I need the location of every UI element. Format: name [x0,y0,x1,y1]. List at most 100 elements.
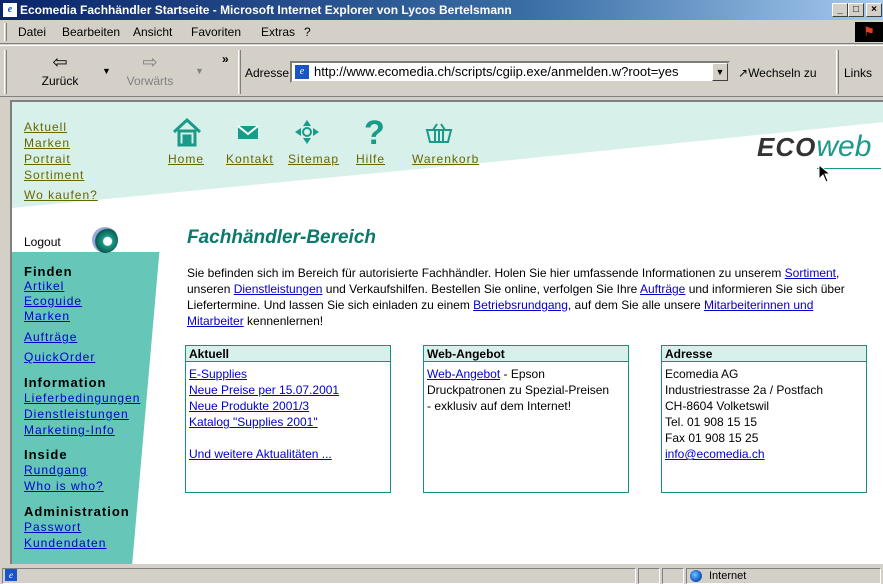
basket-icon[interactable] [425,123,453,143]
web-angebot-link[interactable]: Web-Angebot [427,367,500,381]
adresse-box: Adresse Ecomedia AG Industriestrasse 2a … [661,345,867,493]
nav-home[interactable]: Home [168,152,204,166]
intro-paragraph: Sie befinden sich im Bereich für autoris… [187,265,867,329]
aktuell-link-more[interactable]: Und weitere Aktualitäten ... [186,446,390,462]
maximize-button[interactable]: □ [848,3,864,17]
ie-app-icon[interactable]: e [3,3,17,17]
adresse-fax: Fax 01 908 15 25 [665,431,759,445]
adresse-email-link[interactable]: info@ecomedia.ch [662,446,866,462]
aktuell-link-katalog[interactable]: Katalog "Supplies 2001" [186,414,390,430]
web-angebot-text-2: Druckpatronen zu Spezial-Preisen [427,383,610,397]
nav-kontakt[interactable]: Kontakt [226,152,274,166]
sidebar-administration-title: Administration [24,504,130,519]
logo-web: web [816,130,872,163]
aktuell-link-neue-produkte[interactable]: Neue Produkte 2001/3 [186,398,390,414]
aktuell-link-e-supplies[interactable]: E-Supplies [186,366,390,382]
sidebar-lieferbedingungen[interactable]: Lieferbedingungen [24,391,140,405]
adresse-phone: Tel. 01 908 15 15 [665,415,758,429]
forward-arrow-icon: ⇨ [142,52,158,72]
go-arrow-icon: ↗ [738,66,749,80]
adresse-company: Ecomedia AG [665,367,739,381]
ecoweb-logo[interactable]: ECOweb [757,130,881,169]
nav-wo-kaufen[interactable]: Wo kaufen? [24,188,98,202]
toolbar-chevron[interactable]: » [222,52,229,66]
nav-sitemap[interactable]: Sitemap [288,152,339,166]
sidebar-quickorder[interactable]: QuickOrder [24,350,95,364]
sidebar-dienstleistungen[interactable]: Dienstleistungen [24,407,129,421]
go-button[interactable]: ↗Wechseln zu [738,66,817,80]
adresse-street: Industriestrasse 2a / Postfach [665,383,824,397]
intro-text-6: kennenlernen! [243,314,324,328]
status-bar: e Internet [0,566,883,584]
aktuell-link-neue-preise[interactable]: Neue Preise per 15.07.2001 [186,382,390,398]
globe-icon [690,570,702,582]
sidebar-kundendaten[interactable]: Kundendaten [24,536,106,550]
help-icon[interactable]: ? [364,116,385,152]
go-label: Wechseln zu [748,66,817,80]
forward-label: Vorwärts [126,74,174,88]
forward-dropdown-icon[interactable]: ▼ [195,66,204,76]
background-shapes [12,102,883,564]
intro-link-sortiment[interactable]: Sortiment [785,266,836,280]
sidebar-information-title: Information [24,375,107,390]
menu-help[interactable]: ? [304,25,311,39]
sidebar-auftraege[interactable]: Aufträge [24,330,77,344]
web-angebot-text-3: - exklusiv auf dem Internet! [427,399,572,413]
intro-text-5: , auf dem Sie alle unsere [567,298,704,312]
status-pane-2 [638,568,660,584]
web-angebot-box: Web-Angebot Web-Angebot - Epson Druckpat… [423,345,629,493]
sidebar-artikel[interactable]: Artikel [24,279,64,293]
address-label: Adresse [245,66,290,80]
navigation-toolbar: ⇦ Zurück ▼ ⇨ Vorwärts ▼ » Adresse e http… [0,45,883,97]
sidebar-marketing-info[interactable]: Marketing-Info [24,423,115,437]
address-input[interactable]: e http://www.ecomedia.ch/scripts/cgiip.e… [290,61,730,83]
page-content: Aktuell Marken Portrait Sortiment Wo kau… [10,100,883,564]
back-dropdown-icon[interactable]: ▼ [102,66,111,76]
home-icon[interactable] [172,117,202,147]
sitemap-icon[interactable] [295,120,319,144]
menu-favoriten[interactable]: Favoriten [191,25,241,39]
aktuell-box-title: Aktuell [186,346,390,362]
intro-link-betriebsrundgang[interactable]: Betriebsrundgang [473,298,568,312]
menu-extras[interactable]: Extras [261,25,295,39]
sidebar-who-is-who[interactable]: Who is who? [24,479,104,493]
intro-link-auftraege[interactable]: Aufträge [640,282,685,296]
close-button[interactable]: × [866,3,882,17]
links-button[interactable]: Links [844,66,872,80]
forward-button[interactable]: ⇨ Vorwärts [115,50,185,88]
svg-text:?: ? [364,116,385,152]
address-url: http://www.ecomedia.ch/scripts/cgiip.exe… [314,64,679,79]
adresse-box-title: Adresse [662,346,866,362]
sidebar-passwort[interactable]: Passwort [24,520,81,534]
logout-button-icon[interactable] [92,227,118,253]
nav-sortiment[interactable]: Sortiment [24,168,84,182]
intro-link-dienstleistungen[interactable]: Dienstleistungen [234,282,323,296]
page-icon: e [295,65,309,79]
nav-hilfe[interactable]: Hilfe [356,152,385,166]
address-dropdown-button[interactable]: ▼ [712,63,728,81]
menu-grip [4,23,7,41]
windows-flag-icon: ⚑ [855,22,883,42]
title-bar: e Ecomedia Fachhändler Startseite - Micr… [0,0,883,20]
logo-eco: ECO [757,132,817,162]
toolbar-grip [4,50,7,94]
address-grip [238,50,241,94]
adresse-city: CH-8604 Volketswil [665,399,770,413]
sidebar-ecoguide[interactable]: Ecoguide [24,294,82,308]
envelope-icon[interactable] [237,125,259,139]
sidebar-marken[interactable]: Marken [24,309,70,323]
minimize-button[interactable]: _ [832,3,848,17]
sidebar-rundgang[interactable]: Rundgang [24,463,87,477]
logout-link[interactable]: Logout [24,235,61,249]
nav-warenkorb[interactable]: Warenkorb [412,152,479,166]
menu-ansicht[interactable]: Ansicht [133,25,172,39]
page-title: Fachhändler-Bereich [187,227,376,248]
menu-bearbeiten[interactable]: Bearbeiten [62,25,120,39]
menu-datei[interactable]: Datei [18,25,46,39]
status-main-pane: e [2,568,636,584]
back-button[interactable]: ⇦ Zurück [30,50,90,88]
web-angebot-text-1: - Epson [500,367,545,381]
window-title: Ecomedia Fachhändler Startseite - Micros… [20,3,512,17]
aktuell-box: Aktuell E-Supplies Neue Preise per 15.07… [185,345,391,493]
web-angebot-box-title: Web-Angebot [424,346,628,362]
